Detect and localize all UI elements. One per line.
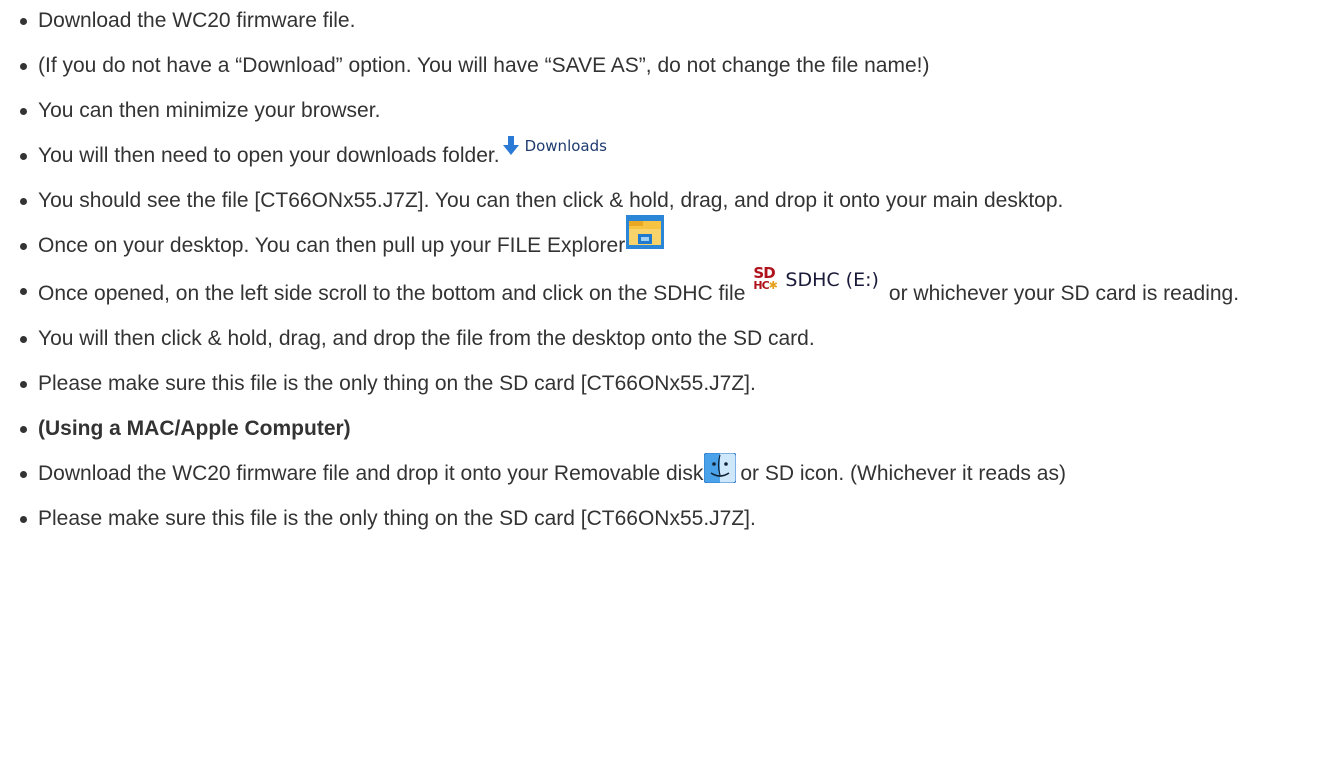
sdhc-label: SDHC (E:) xyxy=(785,269,879,291)
downloads-folder-chip: Downloads xyxy=(502,135,607,157)
sdhc-drive-chip: SD HC✱ SDHC (E:) xyxy=(753,266,879,294)
list-item: (If you do not have a “Download” option.… xyxy=(18,47,1318,85)
list-item: Please make sure this file is the only t… xyxy=(18,500,1318,538)
step-heading: (Using a MAC/Apple Computer) xyxy=(38,417,351,440)
list-item: You should see the file [CT66ONx55.J7Z].… xyxy=(18,182,1318,220)
list-item: You can then minimize your browser. xyxy=(18,92,1318,130)
step-text: or SD icon. (Whichever it reads as) xyxy=(740,462,1066,485)
step-text: You can then minimize your browser. xyxy=(38,99,381,122)
sd-card-icon: SD HC✱ xyxy=(753,264,778,292)
downloads-label: Downloads xyxy=(524,137,607,155)
list-item: Download the WC20 firmware file and drop… xyxy=(18,453,1318,493)
finder-icon xyxy=(704,453,737,484)
list-item: Please make sure this file is the only t… xyxy=(18,365,1318,403)
step-text: Please make sure this file is the only t… xyxy=(38,507,756,530)
instruction-list: Download the WC20 firmware file. (If you… xyxy=(18,2,1318,545)
step-text: Download the WC20 firmware file. xyxy=(38,9,356,32)
step-text: You will then need to open your download… xyxy=(38,144,500,167)
step-text: Once on your desktop. You can then pull … xyxy=(38,234,626,257)
list-item: You will then need to open your download… xyxy=(18,135,1318,175)
step-text: or whichever your SD card is reading. xyxy=(888,282,1240,305)
list-item: Once on your desktop. You can then pull … xyxy=(18,215,1318,265)
step-text: Download the WC20 firmware file and drop… xyxy=(38,462,704,485)
step-text: Once opened, on the left side scroll to … xyxy=(38,282,746,305)
list-item: Once opened, on the left side scroll to … xyxy=(18,266,1318,313)
step-text: Please make sure this file is the only t… xyxy=(38,372,756,395)
list-item: (Using a MAC/Apple Computer) xyxy=(18,410,1318,448)
step-text: (If you do not have a “Download” option.… xyxy=(38,54,930,77)
file-explorer-icon xyxy=(626,215,665,250)
download-arrow-icon xyxy=(502,136,519,155)
list-item: Download the WC20 firmware file. xyxy=(18,2,1318,40)
step-text: You will then click & hold, drag, and dr… xyxy=(38,327,815,350)
list-item: You will then click & hold, drag, and dr… xyxy=(18,320,1318,358)
step-text: You should see the file [CT66ONx55.J7Z].… xyxy=(38,189,1064,212)
